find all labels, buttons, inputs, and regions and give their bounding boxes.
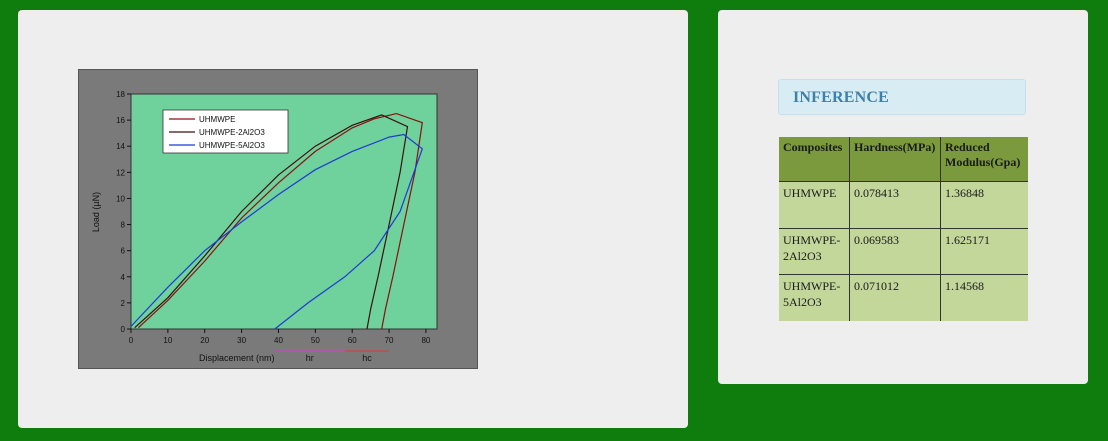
inference-heading-box: INFERENCE (778, 79, 1026, 115)
table-cell: UHMWPE (779, 181, 850, 229)
table-header-row: Composites Hardness(MPa) Reduced Modulus… (779, 137, 1028, 182)
table-row: UHMWPE-5Al2O3 0.071012 1.14568 (779, 274, 1028, 321)
y-tick-label: 16 (116, 116, 125, 125)
y-tick-label: 4 (121, 273, 126, 282)
table-header-cell: Hardness(MPa) (849, 137, 941, 182)
table-header-cell: Reduced Modulus(Gpa) (940, 137, 1028, 182)
table-row: UHMWPE 0.078413 1.36848 (779, 181, 1028, 229)
table-header-cell: Composites (779, 137, 850, 182)
legend-label: UHMWPE-5Al2O3 (199, 141, 265, 150)
y-tick-label: 6 (121, 247, 126, 256)
y-tick-label: 8 (121, 221, 126, 230)
x-tick-label: 40 (274, 336, 283, 345)
x-tick-label: 10 (163, 336, 172, 345)
y-axis-label: Load (µN) (91, 192, 101, 232)
table-row: UHMWPE-2Al2O3 0.069583 1.625171 (779, 228, 1028, 275)
y-tick-label: 14 (116, 142, 125, 151)
x-tick-label: 60 (348, 336, 357, 345)
results-table: Composites Hardness(MPa) Reduced Modulus… (779, 137, 1028, 321)
x-tick-label: 50 (311, 336, 320, 345)
x-tick-label: 70 (385, 336, 394, 345)
inference-panel: INFERENCE Composites Hardness(MPa) Reduc… (718, 10, 1088, 384)
x-axis-label: Displacement (nm) (199, 353, 275, 363)
table-cell: 1.36848 (940, 181, 1028, 229)
table-cell: UHMWPE-5Al2O3 (779, 274, 850, 321)
annotation-label-hc: hc (362, 353, 372, 363)
chart-panel: 0 10 20 30 40 50 60 70 80 0 2 4 6 8 10 12 14 16 18 Displace… (18, 10, 688, 428)
x-tick-label: 20 (200, 336, 209, 345)
y-tick-label: 2 (121, 299, 126, 308)
y-tick-label: 10 (116, 194, 125, 203)
legend-label: UHMWPE-2Al2O3 (199, 128, 265, 137)
table-cell: 0.069583 (849, 228, 941, 275)
x-tick-label: 30 (237, 336, 246, 345)
table-cell: 0.078413 (849, 181, 941, 229)
inference-title: INFERENCE (793, 89, 890, 106)
annotation-label-hr: hr (306, 353, 314, 363)
x-tick-label: 80 (421, 336, 430, 345)
table-cell: 1.14568 (940, 274, 1028, 321)
y-tick-label: 12 (116, 168, 125, 177)
table-cell: UHMWPE-2Al2O3 (779, 228, 850, 275)
y-tick-label: 0 (121, 325, 126, 334)
legend-label: UHMWPE (199, 115, 235, 124)
table-cell: 1.625171 (940, 228, 1028, 275)
chart-image: 0 10 20 30 40 50 60 70 80 0 2 4 6 8 10 12 14 16 18 Displace… (78, 69, 478, 369)
y-tick-label: 18 (116, 90, 125, 99)
table-cell: 0.071012 (849, 274, 941, 321)
load-displacement-chart: 0 10 20 30 40 50 60 70 80 0 2 4 6 8 10 12 14 16 18 Displace… (91, 90, 438, 363)
x-tick-label: 0 (129, 336, 134, 345)
